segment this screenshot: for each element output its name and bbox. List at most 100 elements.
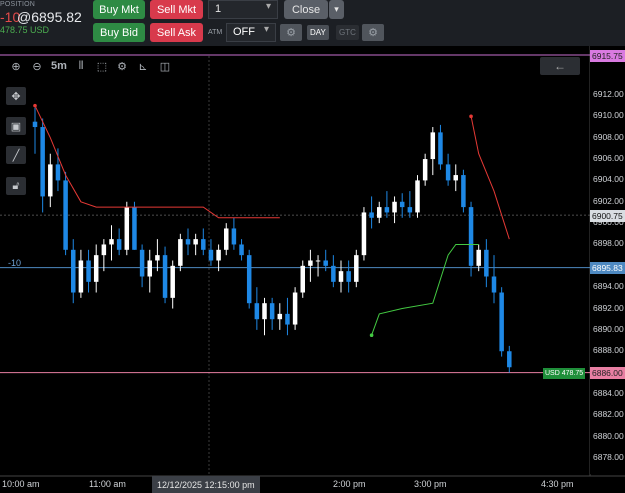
bar-type-selector[interactable]: 5m xyxy=(50,57,68,75)
candle-body xyxy=(185,239,191,245)
candle xyxy=(201,228,206,256)
position-line-label: -10 xyxy=(8,258,22,268)
candle xyxy=(246,249,252,309)
price-tick-label: 6880.00 xyxy=(593,430,624,441)
candle xyxy=(407,191,413,218)
price-badge-current: 6900.75 xyxy=(590,210,625,222)
arrow-left-icon[interactable]: ← xyxy=(540,57,580,75)
chevron-down-icon: ▾ xyxy=(263,24,269,35)
candle xyxy=(48,153,53,208)
candle-body xyxy=(147,260,152,277)
candle xyxy=(331,255,336,288)
candle xyxy=(132,201,137,250)
price-tick-label: 6894.00 xyxy=(593,281,624,292)
candle-body xyxy=(55,164,61,181)
candle xyxy=(468,201,474,277)
candle xyxy=(361,207,367,261)
tif-gtc-toggle[interactable]: GTC xyxy=(336,25,359,40)
atm-settings-gear-icon[interactable]: ⚙ xyxy=(280,24,302,41)
candle xyxy=(369,196,374,229)
candle xyxy=(499,287,504,357)
stop-line-start-dot xyxy=(33,103,37,108)
time-label: 3:00 pm xyxy=(414,479,447,489)
candle xyxy=(55,148,61,192)
candle-body xyxy=(101,244,107,256)
candle-body xyxy=(361,212,367,256)
candle xyxy=(292,287,298,330)
candle xyxy=(86,249,91,293)
candle-body xyxy=(93,255,99,282)
price-tick-label: 6908.00 xyxy=(593,131,624,142)
sell-ask-button[interactable]: Sell Ask xyxy=(150,23,203,42)
candle xyxy=(178,233,183,272)
buy-bid-button[interactable]: Buy Bid xyxy=(93,23,145,42)
target-line-start-dot xyxy=(369,333,374,338)
candle xyxy=(315,255,321,277)
candle-body xyxy=(292,292,298,325)
candle-body xyxy=(285,313,290,325)
time-label: 11:00 am xyxy=(89,479,126,489)
atm-strategy-select[interactable]: OFF ▾ xyxy=(226,23,276,42)
order-quantity-value: 1 xyxy=(215,3,222,15)
crosshair-icon[interactable]: ✥ xyxy=(6,87,26,105)
price-badge-top: 6915.75 xyxy=(590,50,625,62)
lock-icon[interactable]: 🔓︎ xyxy=(6,177,26,195)
tif-settings-gear-icon[interactable]: ⚙ xyxy=(362,24,384,41)
candle xyxy=(461,169,466,213)
zoom-in-icon[interactable]: ⊕ xyxy=(8,57,24,75)
buy-market-button[interactable]: Buy Mkt xyxy=(93,0,145,19)
studies-icon[interactable]: ⊾ xyxy=(136,57,150,75)
candle xyxy=(239,239,244,261)
select-icon[interactable]: ⬚ xyxy=(95,57,109,75)
candle xyxy=(147,249,152,293)
candle-body xyxy=(323,260,328,266)
sell-market-button[interactable]: Sell Mkt xyxy=(150,0,203,19)
candle xyxy=(155,239,160,272)
price-chart[interactable] xyxy=(0,46,625,493)
candle-body xyxy=(422,159,428,181)
order-quantity-input[interactable]: 1 ▾ xyxy=(208,0,278,19)
candle-body xyxy=(132,207,137,250)
candle-body xyxy=(201,239,206,250)
line-icon[interactable]: ╱ xyxy=(6,146,26,164)
layout-icon[interactable]: ◫ xyxy=(158,57,172,75)
candle-body xyxy=(216,249,221,261)
candle xyxy=(162,246,168,304)
candle xyxy=(354,249,359,288)
candle xyxy=(338,260,344,293)
time-label: 10:00 am xyxy=(2,479,40,489)
candle xyxy=(231,217,237,250)
candle-body xyxy=(300,265,305,293)
price-tick-label: 6878.00 xyxy=(593,452,624,462)
price-tick-label: 6910.00 xyxy=(593,110,624,121)
bars-icon[interactable]: ⫴ xyxy=(74,57,88,75)
candle xyxy=(170,260,175,309)
candle xyxy=(32,107,38,154)
close-dropdown-chevron-icon[interactable]: ▾ xyxy=(329,0,344,19)
candle xyxy=(101,239,107,272)
candle-body xyxy=(63,180,68,250)
tool-icon[interactable]: ▣ xyxy=(6,117,26,135)
candle xyxy=(116,228,122,256)
candle-body xyxy=(178,239,183,266)
tif-day-toggle[interactable]: DAY xyxy=(307,25,329,40)
gear-icon[interactable]: ⚙ xyxy=(115,57,129,75)
position-pnl: 478.75 USD xyxy=(0,25,50,35)
trading-toolbar: POSITION -10 @6895.82 478.75 USD Buy Mkt… xyxy=(0,0,625,46)
candle xyxy=(346,260,351,293)
candle-body xyxy=(277,313,283,320)
candle-body xyxy=(354,255,359,282)
candle-body xyxy=(399,201,405,208)
candle-body xyxy=(193,239,198,245)
candle-body xyxy=(262,303,267,320)
candle-body xyxy=(124,207,130,250)
candle xyxy=(208,239,214,266)
close-position-button[interactable]: Close xyxy=(284,0,328,19)
candle xyxy=(185,228,191,256)
price-tick-label: 6892.00 xyxy=(593,302,624,313)
chevron-down-icon[interactable]: ▾ xyxy=(266,1,271,12)
zoom-out-icon[interactable]: ⊖ xyxy=(29,57,45,75)
candle-body xyxy=(392,201,397,213)
price-badge-position: 6895.83 xyxy=(590,262,625,274)
candle-body xyxy=(369,212,374,218)
